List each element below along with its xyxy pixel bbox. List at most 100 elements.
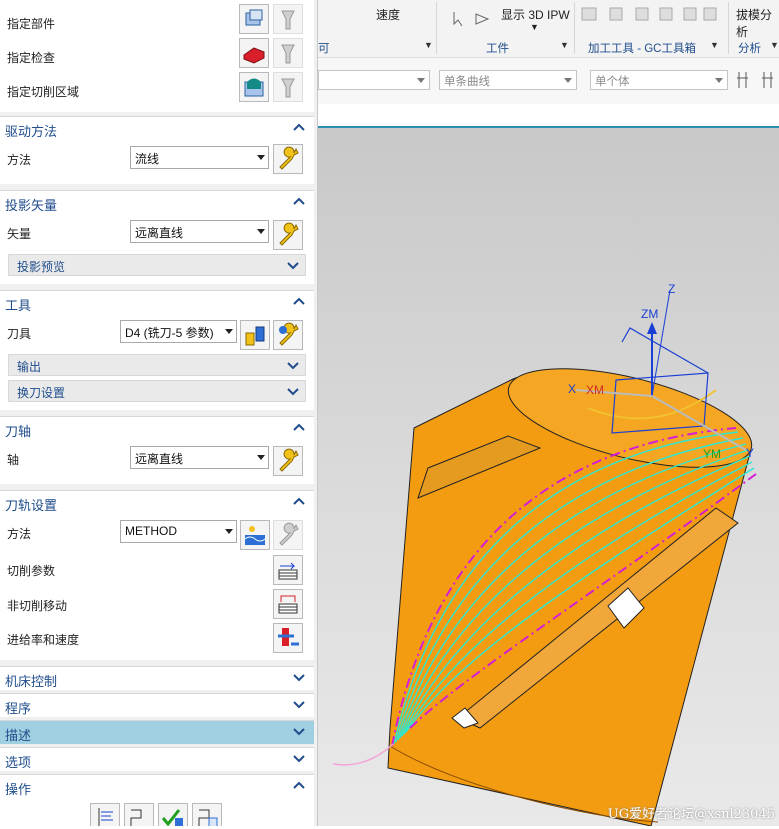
type-filter-select[interactable] — [318, 70, 430, 90]
list-icon — [198, 809, 218, 826]
body-rule-value: 单个体 — [595, 76, 630, 88]
chevron-down-icon — [293, 728, 305, 736]
replay-button[interactable] — [124, 803, 154, 826]
path-settings-body: 方法 METHOD 切削参数 非切削移动 进给率和速度 — [0, 514, 314, 660]
feeds-speeds-label: 进给率和速度 — [7, 633, 80, 647]
select-arrow-icons[interactable] — [452, 10, 492, 30]
group-dropdown-icon[interactable]: ▼ — [560, 40, 569, 50]
cut-params-button[interactable] — [273, 555, 303, 585]
chevron-down-icon — [293, 701, 305, 709]
path-method-label: 方法 — [7, 527, 32, 541]
axis-edit-button[interactable] — [273, 446, 303, 476]
vector-edit-button[interactable] — [273, 220, 303, 250]
program-header[interactable]: 程序 — [0, 693, 314, 717]
tool-header[interactable]: 工具 — [0, 290, 314, 314]
non-cut-moves-button[interactable] — [273, 589, 303, 619]
check-geometry-icon — [243, 47, 265, 64]
tool-axis-title: 刀轴 — [5, 424, 32, 439]
description-header[interactable]: 描述 — [0, 720, 314, 744]
specify-cut-area-button[interactable] — [239, 72, 269, 102]
vector-value: 远离直线 — [135, 226, 184, 240]
pink-guide-curve — [332, 743, 394, 766]
replay-icon — [130, 809, 142, 826]
non-cut-moves-icon — [278, 595, 298, 614]
tool-change-subsection[interactable]: 换刀设置 — [8, 380, 306, 402]
projection-vector-title: 投影矢量 — [5, 198, 58, 213]
tool-body: 刀具 D4 (铣刀-5 参数) 输出 换刀设置 — [0, 314, 314, 410]
drive-method-select[interactable]: 流线 — [130, 146, 269, 169]
machine-control-header[interactable]: 机床控制 — [0, 666, 314, 690]
verify-button[interactable] — [158, 803, 188, 826]
drive-method-edit-button[interactable] — [273, 144, 303, 174]
speed-label[interactable]: 速度 — [376, 6, 400, 23]
chevron-up-icon — [293, 297, 305, 305]
options-header[interactable]: 选项 — [0, 747, 314, 771]
snap-icons[interactable] — [736, 70, 778, 90]
display-check-button[interactable] — [273, 38, 303, 68]
axis-select[interactable]: 远离直线 — [130, 446, 269, 469]
chevron-up-icon — [293, 123, 305, 131]
tool-change-label: 换刀设置 — [17, 386, 66, 400]
path-method-value: METHOD — [125, 524, 177, 538]
chevron-down-icon — [287, 262, 299, 270]
curve-rule-select[interactable]: 单条曲线 — [439, 70, 577, 90]
options-title: 选项 — [5, 755, 32, 770]
tool-select[interactable]: D4 (铣刀-5 参数) — [120, 320, 237, 343]
drive-method-title: 驱动方法 — [5, 124, 58, 139]
gc-toolbox-icons[interactable] — [580, 6, 720, 24]
vector-select[interactable]: 远离直线 — [130, 220, 269, 243]
projection-vector-header[interactable]: 投影矢量 — [0, 190, 314, 214]
actions-header[interactable]: 操作 — [0, 774, 314, 798]
flashlight-icon — [281, 10, 295, 30]
tool-edit-button[interactable] — [240, 320, 270, 350]
graphics-window-tabbar — [318, 104, 779, 128]
actions-title: 操作 — [5, 782, 32, 797]
tool-axis-body: 轴 远离直线 — [0, 440, 314, 484]
cut-params-icon — [278, 562, 298, 580]
machine-control-title: 机床控制 — [5, 674, 58, 689]
body-rule-select[interactable]: 单个体 — [590, 70, 728, 90]
drive-method-body: 方法 流线 — [0, 140, 314, 184]
axis-z-label: Z — [668, 282, 675, 296]
ribbon-group-fragment: 可 — [318, 43, 330, 55]
display-cut-area-button[interactable] — [273, 72, 303, 102]
path-method-select[interactable]: METHOD — [120, 520, 237, 543]
tool-new-button[interactable] — [273, 320, 303, 350]
display-part-button[interactable] — [273, 4, 303, 34]
projection-preview-subsection[interactable]: 投影预览 — [8, 254, 306, 276]
path-settings-header[interactable]: 刀轨设置 — [0, 490, 314, 514]
specify-part-button[interactable] — [239, 4, 269, 34]
tool-axis-header[interactable]: 刀轴 — [0, 416, 314, 440]
show-3d-ipw-dropdown-icon[interactable]: ▼ — [530, 22, 539, 32]
draft-analysis-button[interactable]: 拔模分析 — [736, 6, 779, 40]
axis-value: 远离直线 — [135, 452, 184, 466]
new-tool-icon — [279, 322, 299, 346]
group-dropdown-icon[interactable]: ▼ — [710, 40, 719, 50]
graphics-viewport[interactable]: Z ZM XM X YM Y UG爱好者论坛@xsnl23045 — [318, 128, 779, 827]
group-dropdown-icon[interactable]: ▼ — [424, 40, 433, 50]
vector-label: 矢量 — [7, 227, 32, 241]
new-method-button[interactable] — [240, 520, 270, 550]
wrench-icon — [279, 222, 299, 246]
z-axis — [651, 289, 671, 397]
actions-body — [0, 798, 314, 826]
verify-icon — [161, 809, 183, 826]
list-button[interactable] — [192, 803, 222, 826]
curve-rule-value: 单条曲线 — [444, 76, 490, 88]
edit-method-button[interactable] — [273, 520, 303, 550]
group-dropdown-icon[interactable]: ▼ — [770, 40, 779, 50]
generate-button[interactable] — [90, 803, 120, 826]
flashlight-icon — [281, 44, 295, 64]
axis-x-label: X — [568, 382, 576, 396]
group-tools: 加工工具 - GC工具箱 — [588, 43, 696, 55]
axis-label: 轴 — [7, 453, 20, 467]
drive-method-header[interactable]: 驱动方法 — [0, 116, 314, 140]
show-3d-ipw-button[interactable]: 显示 3D IPW — [501, 6, 570, 23]
feeds-speeds-button[interactable] — [273, 623, 303, 653]
cut-params-label: 切削参数 — [7, 564, 56, 578]
specify-check-button[interactable] — [239, 38, 269, 68]
axis-xm-label: XM — [586, 383, 604, 397]
drive-method-value: 流线 — [135, 152, 160, 166]
output-subsection[interactable]: 输出 — [8, 354, 306, 376]
chevron-up-icon — [293, 197, 305, 205]
